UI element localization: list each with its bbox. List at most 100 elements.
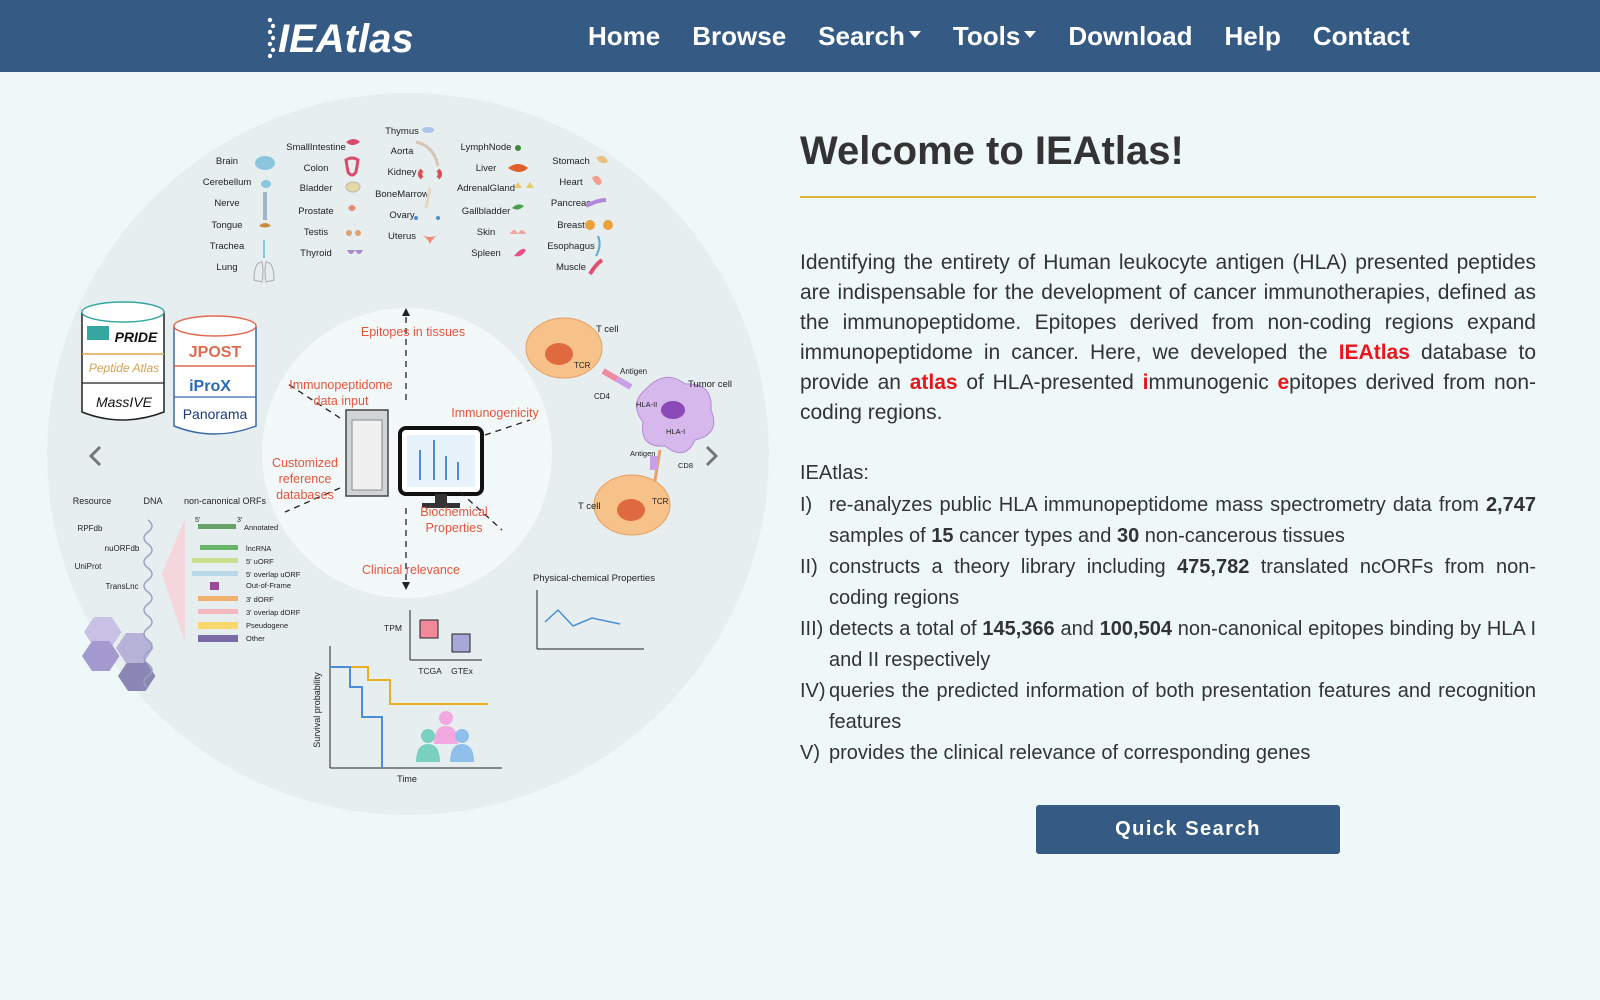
orf-type: Annotated — [244, 523, 278, 532]
tissue-label: Testis — [304, 227, 329, 238]
caret-down-icon — [1024, 31, 1037, 39]
label-tumor-cell: Tumor cell — [688, 379, 732, 390]
tissue-label: Cerebellum — [203, 177, 252, 188]
list-item-number: III) — [800, 618, 824, 640]
item-text: cancer types and — [953, 525, 1117, 547]
tissue-label: Breast — [557, 220, 585, 231]
orf-type: 3' dORF — [246, 595, 274, 604]
label-data-input: data input — [314, 394, 369, 408]
nav-tools-label: Tools — [952, 20, 1021, 51]
orf-type: Pseudogene — [246, 621, 288, 630]
label-five-prime: 5' — [195, 517, 200, 524]
intro-highlight-ieatlas: IEAtlas — [1338, 341, 1410, 364]
title-divider — [800, 196, 1536, 198]
resource-block: Resource DNA non-canonical ORFs RPFdb nu… — [73, 496, 301, 691]
plots-illustration: TPM TCGA GTEx Physical-chemical Properti… — [312, 573, 655, 784]
nav-download[interactable]: Download — [1068, 21, 1192, 52]
orf-type: 5' uORF — [246, 557, 274, 566]
nav-tools-dropdown[interactable]: Tools — [952, 20, 1037, 52]
db-translnc: TransLnc — [105, 582, 138, 591]
label-cd8: CD8 — [678, 461, 693, 470]
tissue-label: Tongue — [211, 220, 242, 231]
tissue-label: Bladder — [300, 183, 333, 194]
carousel-next-button[interactable] — [697, 436, 727, 476]
nav-contact[interactable]: Contact — [1313, 21, 1410, 52]
welcome-panel: Welcome to IEAtlas! Identifying the enti… — [800, 120, 1536, 769]
item-text: detects a total of — [829, 618, 983, 640]
list-item-text: re-analyzes public HLA immunopeptidome m… — [829, 490, 1536, 552]
list-item: V) provides the clinical relevance of cor… — [800, 738, 1536, 769]
item-stat: 145,366 — [982, 618, 1055, 640]
logo-text: IEAtlas — [278, 17, 414, 60]
nav-search-dropdown[interactable]: Search — [818, 21, 921, 52]
list-item: IV) queries the predicted information of … — [800, 676, 1536, 738]
label-t-cell-2: T cell — [578, 501, 601, 512]
list-item-text: detects a total of 145,366 and 100,504 n… — [829, 614, 1536, 676]
list-item-text: queries the predicted information of bot… — [829, 676, 1536, 738]
label-databases: databases — [276, 488, 334, 502]
chevron-left-icon — [88, 445, 102, 467]
tissue-label: Nerve — [214, 198, 239, 209]
intro-highlight-e: e — [1277, 371, 1290, 394]
label-tcr: TCR — [574, 361, 591, 370]
tissue-label: Colon — [304, 163, 329, 174]
label-dna: DNA — [143, 496, 162, 506]
item-stat: 30 — [1116, 525, 1140, 547]
label-cd4: CD4 — [594, 392, 611, 401]
label-time: Time — [397, 774, 417, 784]
nav-browse[interactable]: Browse — [692, 21, 786, 52]
list-item-text: constructs a theory library including 47… — [829, 552, 1536, 614]
intro-paragraph: Identifying the entirety of Human leukoc… — [800, 248, 1536, 428]
tissue-label: Ovary — [389, 210, 415, 221]
label-antigen: Antigen — [620, 367, 647, 376]
tissue-label: Spleen — [471, 248, 501, 259]
db-rpfdb: RPFdb — [78, 524, 103, 533]
db-peptide-atlas: Peptide Atlas — [89, 361, 159, 375]
top-navbar: IEAtlas Home Browse Search Tools Downloa… — [0, 0, 1600, 72]
carousel-prev-button[interactable] — [80, 436, 110, 476]
label-tpm: TPM — [384, 623, 402, 633]
db-uniprot: UniProt — [75, 562, 102, 571]
database-cylinder-right: JPOST iProX Panorama — [173, 315, 257, 435]
tissue-label: Thymus — [385, 126, 419, 137]
item-text: provides the clinical relevance of corre… — [829, 742, 1311, 764]
quick-search-button[interactable]: Quick Search — [1036, 805, 1340, 854]
tissue-label: Gallbladder — [462, 206, 511, 217]
db-jpost: JPOST — [189, 344, 242, 361]
tissue-label: Aorta — [391, 146, 414, 157]
list-item-number: I) — [800, 494, 813, 516]
label-customized: Customized — [272, 456, 338, 470]
tissue-label: Stomach — [552, 156, 590, 167]
ieatlas-logo[interactable]: IEAtlas — [266, 14, 426, 61]
tissue-label: Esophagus — [547, 241, 595, 252]
tissue-label: Pancreas — [551, 198, 591, 209]
tissue-label: Uterus — [388, 231, 416, 242]
label-properties: Properties — [426, 521, 483, 535]
tissue-label: Kidney — [387, 167, 416, 178]
features-heading: IEAtlas: — [800, 462, 869, 484]
overview-figure-carousel: Brain Cerebellum Nerve Tongue Trachea Lu… — [40, 90, 780, 820]
label-immunopeptidome: Immunopeptidome — [289, 378, 393, 392]
orf-type: lncRNA — [246, 544, 271, 553]
tissue-label: AdrenalGland — [457, 183, 515, 194]
db-pride: PRIDE — [115, 329, 158, 345]
item-stat: 475,782 — [1177, 556, 1250, 578]
label-physchem: Physical-chemical Properties — [533, 573, 655, 584]
nav-search-label: Search — [818, 20, 905, 51]
list-item: II) constructs a theory library including… — [800, 552, 1536, 614]
nav-links: Home Browse Search Tools Download Help C… — [588, 0, 1442, 72]
orf-type: Other — [246, 634, 265, 643]
database-cylinder-left: PRIDE Peptide Atlas MassIVE — [81, 301, 165, 421]
label-biochemical: Biochemical — [420, 505, 487, 519]
item-text: constructs a theory library including — [829, 556, 1178, 578]
caret-down-icon — [908, 31, 921, 39]
tissue-label: SmallIntestine — [286, 142, 346, 153]
nav-home[interactable]: Home — [588, 21, 660, 52]
label-reference: reference — [279, 472, 332, 486]
item-text: samples of — [829, 525, 932, 547]
tissue-label: BoneMarrow — [375, 189, 429, 200]
db-panorama: Panorama — [183, 406, 248, 422]
list-item: III) detects a total of 145,366 and 100,5… — [800, 614, 1536, 676]
item-stat: 100,504 — [1099, 618, 1172, 640]
nav-help[interactable]: Help — [1225, 21, 1281, 52]
